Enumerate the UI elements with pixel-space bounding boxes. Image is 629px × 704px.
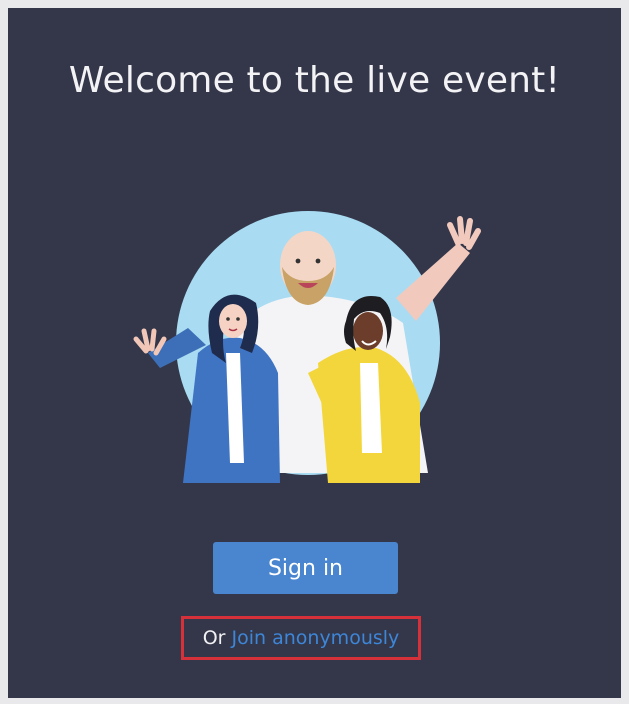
or-label: Or	[202, 627, 226, 649]
sign-in-button[interactable]: Sign in	[213, 542, 398, 594]
join-anonymously-link[interactable]: Join anonymously	[232, 627, 400, 649]
welcome-title: Welcome to the live event!	[68, 60, 561, 101]
welcome-people-illustration	[133, 211, 481, 483]
live-event-join-screen: Welcome to the live event! Sign in Or Jo…	[8, 8, 621, 698]
join-anonymously-row: Or Join anonymously	[181, 616, 421, 660]
